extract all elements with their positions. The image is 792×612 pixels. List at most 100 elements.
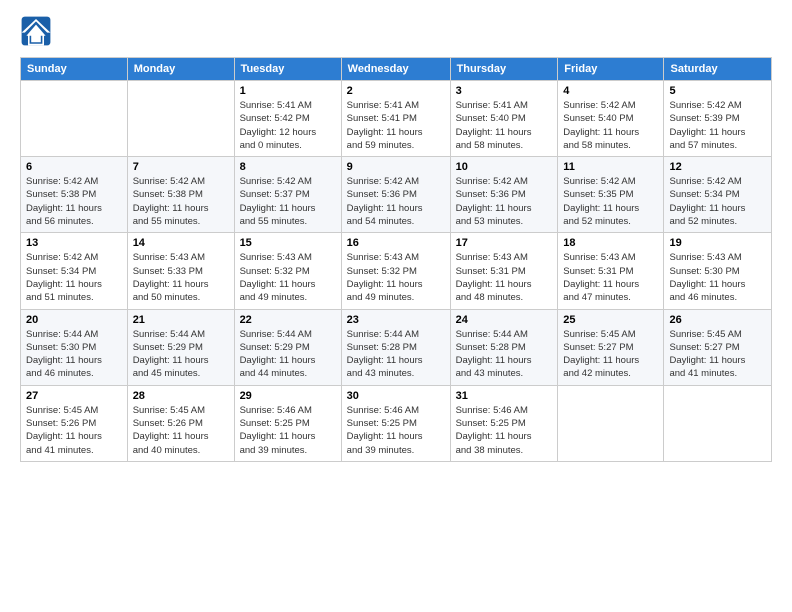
day-info: Sunrise: 5:42 AM Sunset: 5:34 PM Dayligh…: [26, 251, 122, 304]
calendar-cell: 16 Sunrise: 5:43 AM Sunset: 5:32 PM Dayli…: [341, 233, 450, 309]
day-number: 9: [347, 161, 445, 173]
day-number: 1: [240, 85, 336, 97]
day-info: Sunrise: 5:43 AM Sunset: 5:31 PM Dayligh…: [563, 251, 658, 304]
calendar-week-row: 27 Sunrise: 5:45 AM Sunset: 5:26 PM Dayli…: [21, 385, 772, 461]
calendar-cell: 20 Sunrise: 5:44 AM Sunset: 5:30 PM Dayli…: [21, 309, 128, 385]
day-number: 10: [456, 161, 553, 173]
day-number: 3: [456, 85, 553, 97]
day-number: 13: [26, 237, 122, 249]
day-info: Sunrise: 5:43 AM Sunset: 5:31 PM Dayligh…: [456, 251, 553, 304]
day-info: Sunrise: 5:42 AM Sunset: 5:35 PM Dayligh…: [563, 175, 658, 228]
day-info: Sunrise: 5:42 AM Sunset: 5:37 PM Dayligh…: [240, 175, 336, 228]
day-number: 8: [240, 161, 336, 173]
weekday-header-friday: Friday: [558, 58, 664, 81]
day-number: 30: [347, 390, 445, 402]
calendar-cell: 26 Sunrise: 5:45 AM Sunset: 5:27 PM Dayli…: [664, 309, 772, 385]
calendar-cell: 13 Sunrise: 5:42 AM Sunset: 5:34 PM Dayli…: [21, 233, 128, 309]
calendar-cell: 3 Sunrise: 5:41 AM Sunset: 5:40 PM Daylig…: [450, 81, 558, 157]
day-number: 5: [669, 85, 766, 97]
calendar-week-row: 20 Sunrise: 5:44 AM Sunset: 5:30 PM Dayli…: [21, 309, 772, 385]
day-info: Sunrise: 5:42 AM Sunset: 5:40 PM Dayligh…: [563, 99, 658, 152]
calendar-cell: 25 Sunrise: 5:45 AM Sunset: 5:27 PM Dayli…: [558, 309, 664, 385]
calendar-header-row: SundayMondayTuesdayWednesdayThursdayFrid…: [21, 58, 772, 81]
day-number: 6: [26, 161, 122, 173]
day-info: Sunrise: 5:46 AM Sunset: 5:25 PM Dayligh…: [456, 404, 553, 457]
weekday-header-thursday: Thursday: [450, 58, 558, 81]
day-info: Sunrise: 5:45 AM Sunset: 5:27 PM Dayligh…: [669, 328, 766, 381]
calendar-cell: 5 Sunrise: 5:42 AM Sunset: 5:39 PM Daylig…: [664, 81, 772, 157]
day-info: Sunrise: 5:41 AM Sunset: 5:42 PM Dayligh…: [240, 99, 336, 152]
weekday-header-tuesday: Tuesday: [234, 58, 341, 81]
day-info: Sunrise: 5:46 AM Sunset: 5:25 PM Dayligh…: [240, 404, 336, 457]
day-number: 7: [133, 161, 229, 173]
day-number: 11: [563, 161, 658, 173]
day-number: 16: [347, 237, 445, 249]
calendar-cell: 28Sunrise: 5:45 AM Sunset: 5:26 PM Dayli…: [127, 385, 234, 461]
calendar-cell: 29 Sunrise: 5:46 AM Sunset: 5:25 PM Dayli…: [234, 385, 341, 461]
calendar-cell: 31 Sunrise: 5:46 AM Sunset: 5:25 PM Dayli…: [450, 385, 558, 461]
page: SundayMondayTuesdayWednesdayThursdayFrid…: [0, 0, 792, 612]
day-number: 17: [456, 237, 553, 249]
day-info: Sunrise: 5:42 AM Sunset: 5:38 PM Dayligh…: [26, 175, 122, 228]
day-info: Sunrise: 5:42 AM Sunset: 5:38 PM Dayligh…: [133, 175, 229, 228]
calendar-week-row: 6 Sunrise: 5:42 AM Sunset: 5:38 PM Daylig…: [21, 157, 772, 233]
calendar-cell: 24Sunrise: 5:44 AM Sunset: 5:28 PM Dayli…: [450, 309, 558, 385]
day-info: Sunrise: 5:44 AM Sunset: 5:28 PM Dayligh…: [347, 328, 445, 381]
calendar-cell: 22 Sunrise: 5:44 AM Sunset: 5:29 PM Dayli…: [234, 309, 341, 385]
calendar-cell: 23Sunrise: 5:44 AM Sunset: 5:28 PM Dayli…: [341, 309, 450, 385]
day-number: 14: [133, 237, 229, 249]
calendar-cell: [21, 81, 128, 157]
day-info: Sunrise: 5:42 AM Sunset: 5:36 PM Dayligh…: [456, 175, 553, 228]
day-number: 22: [240, 314, 336, 326]
day-info: Sunrise: 5:43 AM Sunset: 5:33 PM Dayligh…: [133, 251, 229, 304]
day-info: Sunrise: 5:41 AM Sunset: 5:40 PM Dayligh…: [456, 99, 553, 152]
calendar-cell: 19 Sunrise: 5:43 AM Sunset: 5:30 PM Dayli…: [664, 233, 772, 309]
day-info: Sunrise: 5:46 AM Sunset: 5:25 PM Dayligh…: [347, 404, 445, 457]
calendar-cell: [558, 385, 664, 461]
day-info: Sunrise: 5:44 AM Sunset: 5:29 PM Dayligh…: [240, 328, 336, 381]
header: [20, 15, 772, 47]
day-number: 25: [563, 314, 658, 326]
day-info: Sunrise: 5:43 AM Sunset: 5:32 PM Dayligh…: [347, 251, 445, 304]
day-number: 20: [26, 314, 122, 326]
day-number: 4: [563, 85, 658, 97]
weekday-header-saturday: Saturday: [664, 58, 772, 81]
day-info: Sunrise: 5:45 AM Sunset: 5:27 PM Dayligh…: [563, 328, 658, 381]
calendar-cell: 7 Sunrise: 5:42 AM Sunset: 5:38 PM Daylig…: [127, 157, 234, 233]
calendar-cell: 21Sunrise: 5:44 AM Sunset: 5:29 PM Dayli…: [127, 309, 234, 385]
calendar-cell: [664, 385, 772, 461]
calendar-cell: 30 Sunrise: 5:46 AM Sunset: 5:25 PM Dayli…: [341, 385, 450, 461]
day-number: 27: [26, 390, 122, 402]
day-info: Sunrise: 5:41 AM Sunset: 5:41 PM Dayligh…: [347, 99, 445, 152]
calendar-cell: [127, 81, 234, 157]
day-number: 19: [669, 237, 766, 249]
calendar-week-row: 13 Sunrise: 5:42 AM Sunset: 5:34 PM Dayli…: [21, 233, 772, 309]
calendar-cell: 18Sunrise: 5:43 AM Sunset: 5:31 PM Dayli…: [558, 233, 664, 309]
calendar-cell: 11 Sunrise: 5:42 AM Sunset: 5:35 PM Dayli…: [558, 157, 664, 233]
calendar-cell: 8 Sunrise: 5:42 AM Sunset: 5:37 PM Daylig…: [234, 157, 341, 233]
calendar-cell: 6 Sunrise: 5:42 AM Sunset: 5:38 PM Daylig…: [21, 157, 128, 233]
day-number: 15: [240, 237, 336, 249]
day-info: Sunrise: 5:42 AM Sunset: 5:39 PM Dayligh…: [669, 99, 766, 152]
day-number: 29: [240, 390, 336, 402]
calendar-cell: 10 Sunrise: 5:42 AM Sunset: 5:36 PM Dayli…: [450, 157, 558, 233]
weekday-header-monday: Monday: [127, 58, 234, 81]
calendar-cell: 12Sunrise: 5:42 AM Sunset: 5:34 PM Dayli…: [664, 157, 772, 233]
day-number: 26: [669, 314, 766, 326]
calendar-week-row: 1 Sunrise: 5:41 AM Sunset: 5:42 PM Daylig…: [21, 81, 772, 157]
day-info: Sunrise: 5:45 AM Sunset: 5:26 PM Dayligh…: [133, 404, 229, 457]
day-info: Sunrise: 5:42 AM Sunset: 5:36 PM Dayligh…: [347, 175, 445, 228]
day-info: Sunrise: 5:43 AM Sunset: 5:32 PM Dayligh…: [240, 251, 336, 304]
day-info: Sunrise: 5:44 AM Sunset: 5:30 PM Dayligh…: [26, 328, 122, 381]
calendar-cell: 4 Sunrise: 5:42 AM Sunset: 5:40 PM Daylig…: [558, 81, 664, 157]
day-info: Sunrise: 5:43 AM Sunset: 5:30 PM Dayligh…: [669, 251, 766, 304]
calendar-table: SundayMondayTuesdayWednesdayThursdayFrid…: [20, 57, 772, 462]
calendar-cell: 9 Sunrise: 5:42 AM Sunset: 5:36 PM Daylig…: [341, 157, 450, 233]
calendar-cell: 17 Sunrise: 5:43 AM Sunset: 5:31 PM Dayli…: [450, 233, 558, 309]
day-info: Sunrise: 5:44 AM Sunset: 5:28 PM Dayligh…: [456, 328, 553, 381]
day-info: Sunrise: 5:42 AM Sunset: 5:34 PM Dayligh…: [669, 175, 766, 228]
day-info: Sunrise: 5:44 AM Sunset: 5:29 PM Dayligh…: [133, 328, 229, 381]
day-number: 31: [456, 390, 553, 402]
day-info: Sunrise: 5:45 AM Sunset: 5:26 PM Dayligh…: [26, 404, 122, 457]
weekday-header-wednesday: Wednesday: [341, 58, 450, 81]
